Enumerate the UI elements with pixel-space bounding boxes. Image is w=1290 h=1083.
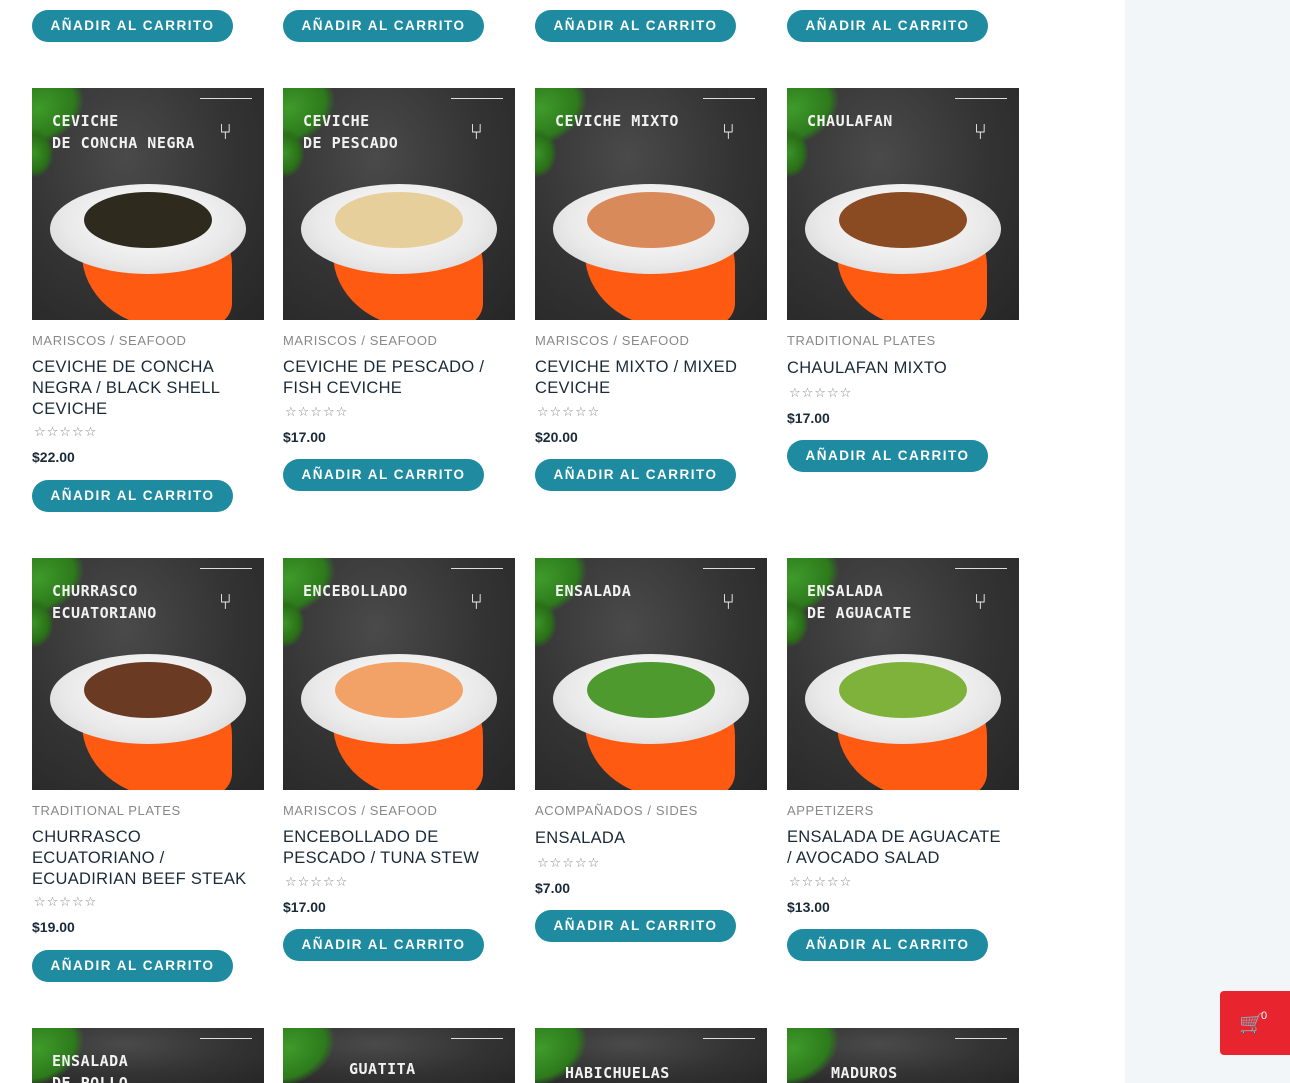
product-name[interactable]: Ceviche de Concha Negra / Black Shell Ce… (32, 357, 252, 420)
cutlery-icon: ⑂ (721, 120, 735, 145)
page-sidebar-background (1125, 0, 1290, 1083)
product-name[interactable]: Ensalada de Aguacate / Avocado Salad (787, 827, 1007, 869)
cutlery-icon: ⑂ (973, 120, 987, 145)
add-to-cart-button[interactable]: Añadir al carrito (283, 929, 484, 961)
product-image-title: GUATITA (349, 1060, 416, 1078)
product-price: $7.00 (535, 880, 571, 896)
product-image[interactable]: ⑂ CEVICHE DE CONCHA NEGRA (32, 88, 264, 320)
add-to-cart-button[interactable]: Añadir al carrito (32, 480, 233, 512)
add-to-cart-button[interactable]: Añadir al carrito (787, 929, 988, 961)
product-image-title: CEVICHE MIXTO (555, 112, 679, 130)
food-illustration (587, 192, 715, 248)
product-image-title: ENSALADA DE AGUACATE (807, 582, 912, 622)
product-price: $17.00 (787, 410, 830, 426)
add-to-cart-button[interactable]: Añadir al carrito (535, 10, 736, 42)
product-image-title: ENCEBOLLADO (303, 582, 408, 600)
product-image-title: CEVICHE DE PESCADO (303, 112, 399, 152)
food-illustration (84, 662, 212, 718)
product-image-title: CHAULAFAN (807, 112, 893, 130)
product-image-title: ENSALADA (555, 582, 632, 600)
rating-stars-icon: ☆☆☆☆☆ (789, 386, 853, 401)
product-image-title: HABICHUELAS (565, 1064, 670, 1082)
product-category[interactable]: Mariscos / Seafood (32, 333, 187, 348)
floating-cart-button[interactable]: 🛒 0 (1220, 991, 1290, 1055)
rating-stars-icon: ☆☆☆☆☆ (537, 405, 601, 420)
product-category[interactable]: Traditional Plates (32, 803, 181, 818)
add-to-cart-button[interactable]: Añadir al carrito (32, 10, 233, 42)
product-category[interactable]: Mariscos / Seafood (535, 333, 690, 348)
product-category[interactable]: Appetizers (787, 803, 874, 818)
rating-stars-icon: ☆☆☆☆☆ (285, 875, 349, 890)
product-price: $13.00 (787, 899, 830, 915)
add-to-cart-button[interactable]: Añadir al carrito (535, 459, 736, 491)
product-image-title: CHURRASCO ECUATORIANO (52, 582, 157, 622)
product-image-title: ENSALADA DE POLLO (52, 1052, 129, 1083)
rating-stars-icon: ☆☆☆☆☆ (34, 425, 98, 440)
product-image[interactable]: GUATITA (283, 1028, 515, 1083)
cutlery-icon: ⑂ (721, 590, 735, 615)
rating-stars-icon: ☆☆☆☆☆ (285, 405, 349, 420)
food-illustration (839, 192, 967, 248)
product-price: $20.00 (535, 429, 578, 445)
product-image-title: MADUROS (831, 1064, 898, 1082)
product-name[interactable]: Churrasco Ecuatoriano / Ecuadirian Beef … (32, 827, 252, 890)
food-illustration (335, 192, 463, 248)
rating-stars-icon: ☆☆☆☆☆ (537, 856, 601, 871)
product-category[interactable]: Acompañados / Sides (535, 803, 698, 818)
product-price: $17.00 (283, 899, 326, 915)
food-illustration (839, 662, 967, 718)
product-category[interactable]: Mariscos / Seafood (283, 803, 438, 818)
cutlery-icon: ⑂ (218, 590, 232, 615)
product-image[interactable]: HABICHUELAS (535, 1028, 767, 1083)
cutlery-icon: ⑂ (469, 120, 483, 145)
rating-stars-icon: ☆☆☆☆☆ (789, 875, 853, 890)
food-illustration (335, 662, 463, 718)
add-to-cart-button[interactable]: Añadir al carrito (787, 440, 988, 472)
product-image[interactable]: ⑂ ENSALADA (535, 558, 767, 790)
add-to-cart-button[interactable]: Añadir al carrito (283, 10, 484, 42)
add-to-cart-button[interactable]: Añadir al carrito (283, 459, 484, 491)
product-price: $22.00 (32, 449, 75, 465)
product-name[interactable]: Ceviche Mixto / Mixed Ceviche (535, 357, 755, 399)
product-image[interactable]: ⑂ CHAULAFAN (787, 88, 1019, 320)
product-image-title: CEVICHE DE CONCHA NEGRA (52, 112, 195, 152)
product-price: $19.00 (32, 919, 75, 935)
food-illustration (587, 662, 715, 718)
add-to-cart-button[interactable]: Añadir al carrito (787, 10, 988, 42)
product-image[interactable]: ⑂ ENCEBOLLADO (283, 558, 515, 790)
product-image[interactable]: ⑂ CHURRASCO ECUATORIANO (32, 558, 264, 790)
add-to-cart-button[interactable]: Añadir al carrito (32, 950, 233, 982)
product-image[interactable]: MADUROS (787, 1028, 1019, 1083)
product-category[interactable]: Traditional Plates (787, 333, 936, 348)
product-image[interactable]: ⑂ CEVICHE MIXTO (535, 88, 767, 320)
product-category[interactable]: Mariscos / Seafood (283, 333, 438, 348)
cart-count: 0 (1261, 1010, 1268, 1022)
product-name[interactable]: Encebollado de Pescado / Tuna Stew (283, 827, 503, 869)
product-name[interactable]: Ceviche de Pescado / Fish Ceviche (283, 357, 503, 399)
add-to-cart-button[interactable]: Añadir al carrito (535, 910, 736, 942)
cutlery-icon: ⑂ (973, 590, 987, 615)
product-image[interactable]: ENSALADA DE POLLO (32, 1028, 264, 1083)
product-name[interactable]: Chaulafan Mixto (787, 358, 1007, 379)
food-illustration (84, 192, 212, 248)
cutlery-icon: ⑂ (218, 120, 232, 145)
rating-stars-icon: ☆☆☆☆☆ (34, 895, 98, 910)
product-name[interactable]: Ensalada (535, 828, 755, 849)
product-price: $17.00 (283, 429, 326, 445)
product-image[interactable]: ⑂ ENSALADA DE AGUACATE (787, 558, 1019, 790)
product-image[interactable]: ⑂ CEVICHE DE PESCADO (283, 88, 515, 320)
cutlery-icon: ⑂ (469, 590, 483, 615)
